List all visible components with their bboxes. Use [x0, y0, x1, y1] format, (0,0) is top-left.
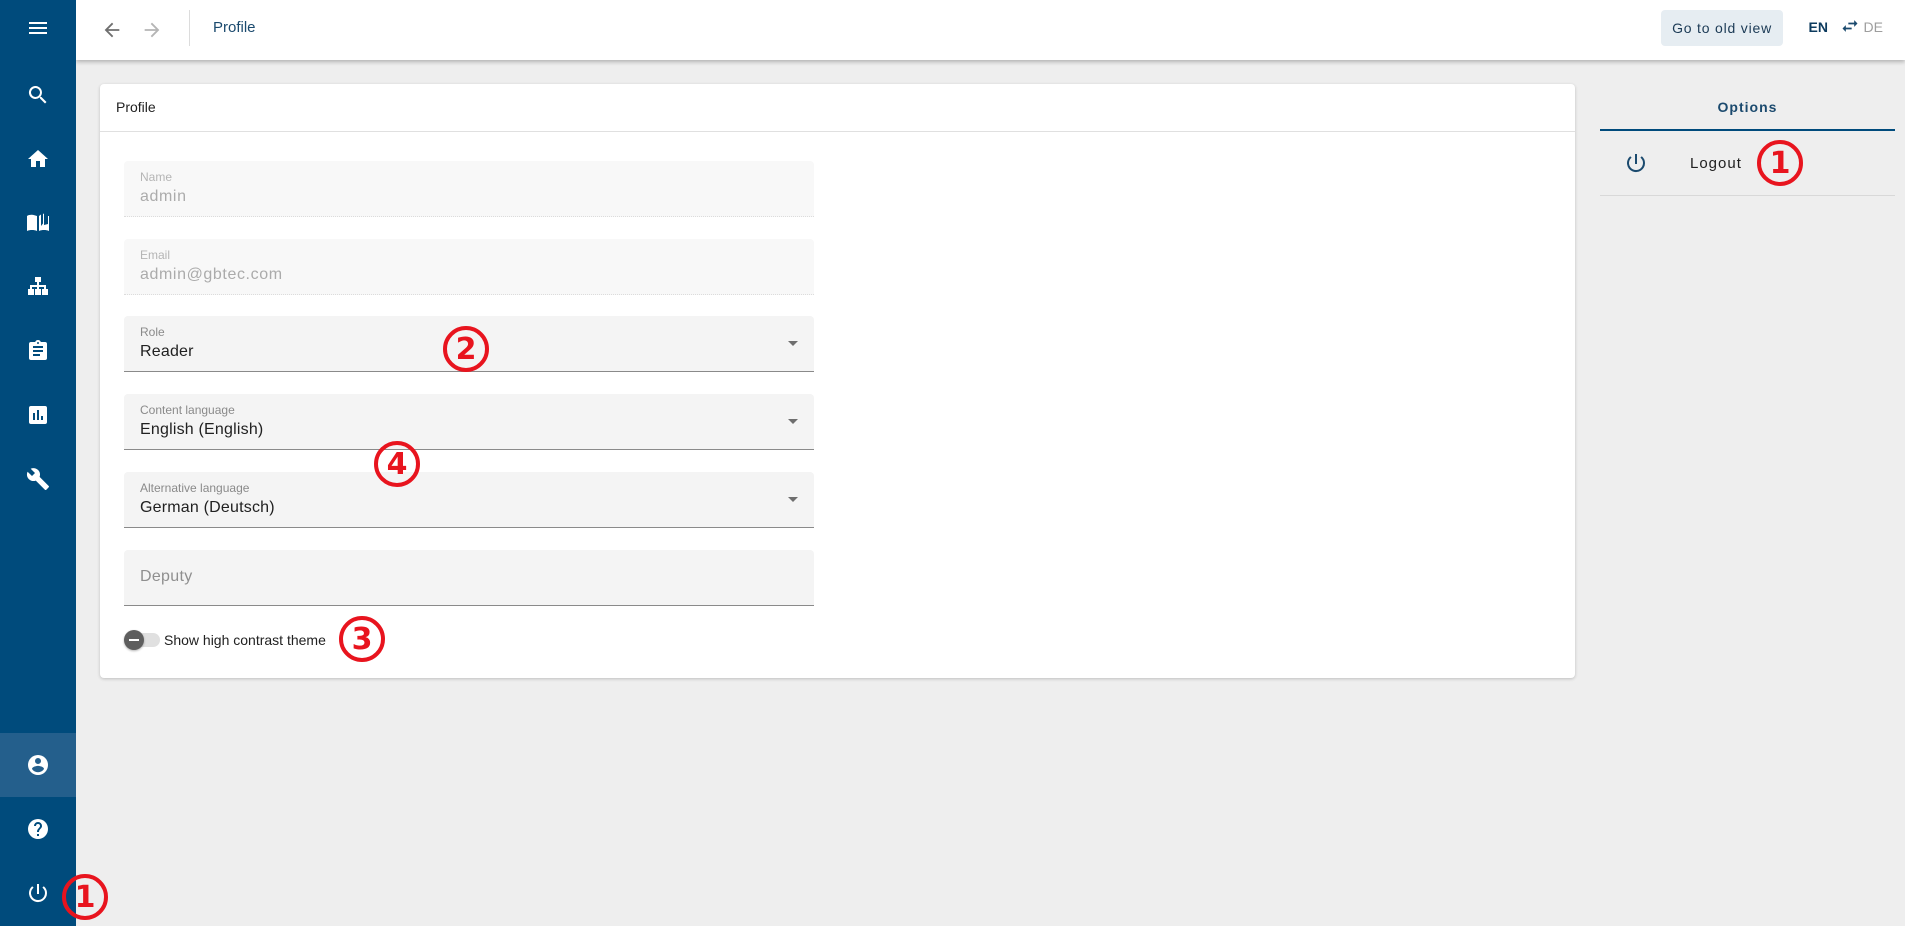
annotation-marker-3: 3: [339, 616, 385, 662]
card-title: Profile: [100, 84, 1575, 132]
deputy-input[interactable]: Deputy: [124, 550, 814, 606]
top-bar: Profile Go to old view EN DE: [76, 0, 1905, 60]
sidebar-item-book[interactable]: [0, 191, 76, 255]
go-to-old-view-button[interactable]: Go to old view: [1661, 10, 1783, 46]
sidebar: [0, 0, 76, 926]
role-value: Reader: [140, 343, 194, 360]
forward-button[interactable]: [136, 14, 168, 46]
name-label: Name: [140, 170, 173, 184]
name-field: Name admin: [124, 161, 814, 217]
page-title: Profile: [213, 19, 256, 36]
sidebar-menu-button[interactable]: [0, 0, 76, 60]
power-icon: [29, 884, 48, 903]
alternative-language-value: German (Deutsch): [140, 499, 275, 516]
account-circle-icon: [28, 755, 48, 775]
sidebar-item-help[interactable]: [0, 797, 76, 861]
language-de[interactable]: DE: [1864, 19, 1883, 35]
sidebar-item-tools[interactable]: [0, 447, 76, 511]
header-divider: [189, 10, 190, 46]
annotation-marker-1-options: 1: [1757, 140, 1803, 186]
name-value: admin: [140, 188, 187, 205]
arrow-right-icon: [144, 22, 160, 38]
book-icon: [27, 213, 49, 231]
sidebar-item-sitemap[interactable]: [0, 255, 76, 319]
dropdown-arrow-icon: [788, 497, 798, 502]
back-button[interactable]: [96, 14, 128, 46]
annotation-marker-1-sidebar: 1: [62, 874, 108, 920]
alternative-language-select[interactable]: Alternative language German (Deutsch): [124, 472, 814, 528]
swap-language-icon[interactable]: [1840, 16, 1860, 36]
logout-label: Logout: [1690, 154, 1742, 172]
home-icon: [28, 150, 48, 167]
profile-card: Profile Name admin Email admin@gbtec.com…: [100, 84, 1575, 678]
minus-icon: [129, 639, 139, 641]
menu-icon: [29, 22, 47, 34]
tab-options[interactable]: Options: [1600, 84, 1895, 131]
content-language-select[interactable]: Content language English (English): [124, 394, 814, 450]
dropdown-arrow-icon: [788, 341, 798, 346]
sidebar-item-profile[interactable]: [0, 733, 76, 797]
help-icon: [28, 819, 48, 839]
email-field: Email admin@gbtec.com: [124, 239, 814, 295]
annotation-marker-2: 2: [443, 326, 489, 372]
sitemap-icon: [28, 277, 48, 295]
options-panel: Options Logout: [1600, 84, 1895, 196]
logout-option[interactable]: Logout: [1600, 131, 1895, 196]
content-language-label: Content language: [140, 403, 235, 417]
wrench-icon: [26, 468, 49, 490]
high-contrast-row: Show high contrast theme: [124, 629, 326, 651]
sidebar-item-reports[interactable]: [0, 383, 76, 447]
annotation-marker-4: 4: [374, 441, 420, 487]
sidebar-item-home[interactable]: [0, 127, 76, 191]
clipboard-icon: [29, 340, 47, 360]
high-contrast-label: Show high contrast theme: [164, 632, 326, 648]
search-icon: [28, 86, 47, 104]
sidebar-item-search[interactable]: [0, 63, 76, 127]
dropdown-arrow-icon: [788, 419, 798, 424]
email-label: Email: [140, 248, 171, 262]
deputy-placeholder: Deputy: [140, 568, 193, 585]
toggle-thumb: [124, 630, 144, 650]
high-contrast-toggle[interactable]: [124, 630, 160, 650]
role-label: Role: [140, 325, 165, 339]
language-en[interactable]: EN: [1809, 19, 1828, 35]
sidebar-item-clipboard[interactable]: [0, 319, 76, 383]
content-language-value: English (English): [140, 421, 264, 438]
bar-chart-icon: [29, 406, 47, 424]
arrow-left-icon: [104, 22, 120, 38]
alternative-language-label: Alternative language: [140, 481, 250, 495]
power-icon: [1627, 154, 1646, 173]
email-value: admin@gbtec.com: [140, 266, 283, 283]
